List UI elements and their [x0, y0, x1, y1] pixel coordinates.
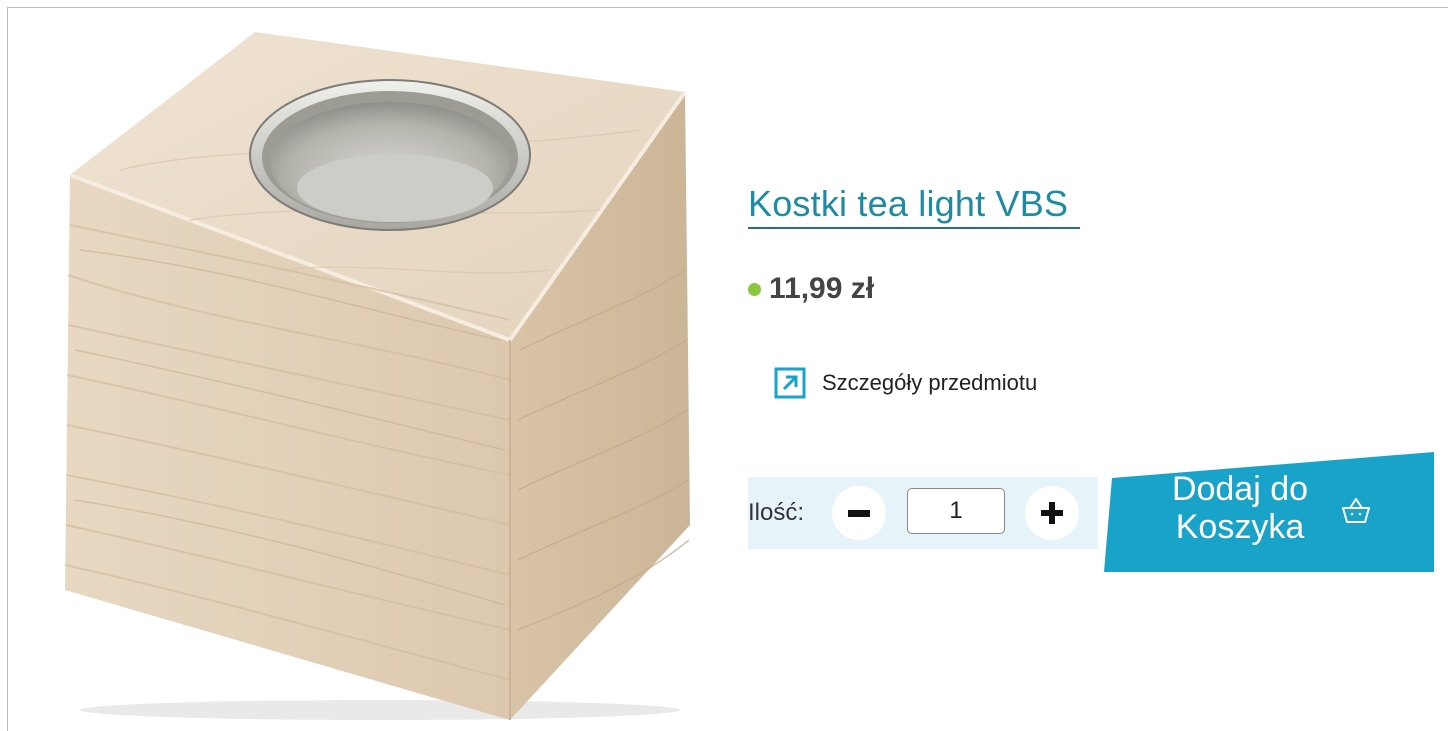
quantity-input[interactable]	[907, 488, 1005, 534]
details-link[interactable]: Szczegóły przedmiotu	[774, 367, 1037, 399]
minus-icon	[848, 510, 870, 517]
product-image[interactable]	[40, 20, 720, 720]
quantity-increase-button[interactable]	[1025, 486, 1079, 540]
availability-dot-icon	[748, 282, 761, 296]
title-underline	[748, 227, 1080, 229]
details-label: Szczegóły przedmiotu	[822, 370, 1038, 395]
product-title-link[interactable]: Kostki tea light VBS	[748, 183, 1068, 225]
quantity-selector: Ilość:	[748, 477, 1098, 549]
add-to-cart-button[interactable]: Dodaj do Koszyka	[1104, 452, 1434, 572]
plus-icon	[1041, 502, 1063, 524]
external-link-icon	[774, 367, 806, 399]
quantity-label: Ilość:	[748, 499, 805, 526]
basket-icon	[1342, 498, 1370, 523]
price-row: 11,99 zł	[748, 272, 874, 306]
quantity-decrease-button[interactable]	[832, 486, 886, 540]
wooden-tealight-cube-image	[64, 32, 690, 720]
add-to-cart-label: Dodaj do Koszyka	[1171, 470, 1309, 546]
product-price: 11,99 zł	[769, 272, 875, 305]
